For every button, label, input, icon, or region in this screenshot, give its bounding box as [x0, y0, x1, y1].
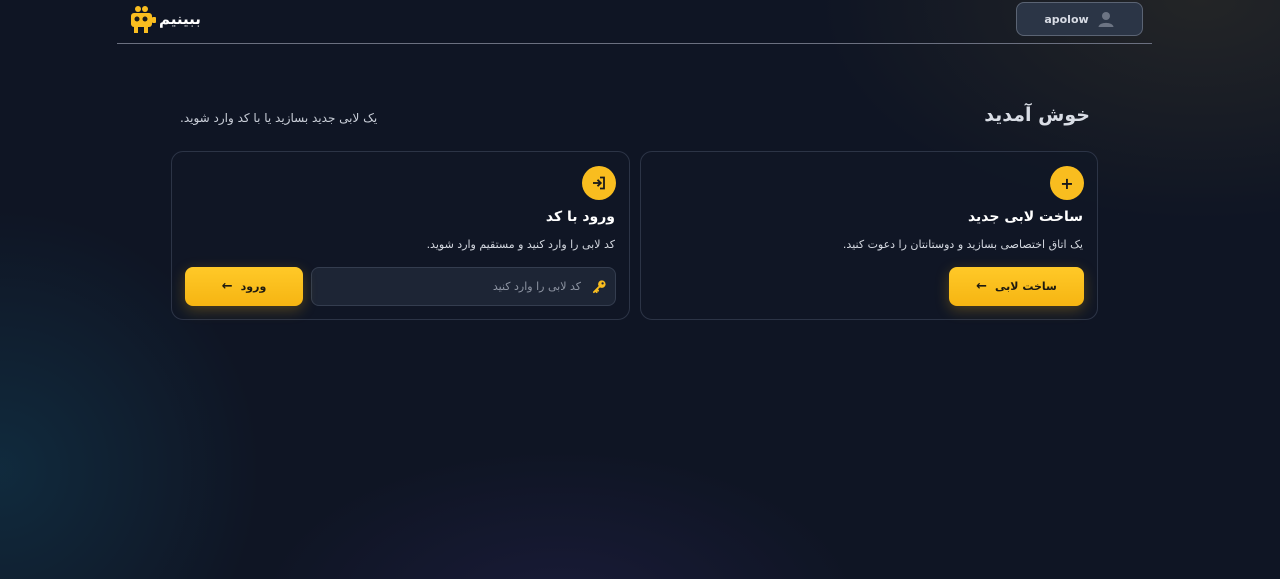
- join-lobby-card: ورود با کد کد لابی را وارد کنید و مستقیم…: [171, 151, 630, 320]
- page-subtitle: یک لابی جدید بسازید یا با کد وارد شوید.: [180, 111, 378, 125]
- join-lobby-button[interactable]: ← ورود: [185, 267, 303, 306]
- join-lobby-title: ورود با کد: [545, 209, 615, 225]
- create-lobby-button-label: ساخت لابی: [995, 280, 1057, 293]
- plus-icon: +: [1050, 166, 1084, 200]
- join-lobby-button-label: ورود: [240, 280, 267, 293]
- robot-mascot-icon: [131, 6, 156, 33]
- page-title: خوش آمدید: [984, 104, 1090, 126]
- create-lobby-button[interactable]: ← ساخت لابی: [949, 267, 1084, 306]
- login-icon: [582, 166, 616, 200]
- join-lobby-description: کد لابی را وارد کنید و مستقیم وارد شوید.: [426, 238, 615, 251]
- create-lobby-description: یک اتاق اختصاصی بسازید و دوستانتان را دع…: [842, 238, 1083, 251]
- user-account-button[interactable]: apolow: [1016, 2, 1143, 36]
- create-lobby-title: ساخت لابی جدید: [967, 209, 1083, 225]
- logo[interactable]: ببینیم: [126, 4, 201, 34]
- logo-text: ببینیم: [159, 10, 201, 28]
- key-icon: [592, 280, 606, 294]
- top-header: ببینیم apolow: [117, 0, 1152, 44]
- username-label: apolow: [1044, 12, 1089, 26]
- lobby-code-field[interactable]: [311, 267, 616, 306]
- login-arrow-icon: [593, 176, 605, 190]
- create-lobby-card: + ساخت لابی جدید یک اتاق اختصاصی بسازید …: [640, 151, 1098, 320]
- arrow-left-icon: ←: [221, 279, 233, 294]
- user-avatar-icon: [1098, 12, 1114, 27]
- arrow-left-icon: ←: [976, 279, 988, 294]
- lobby-code-input[interactable]: [312, 268, 615, 305]
